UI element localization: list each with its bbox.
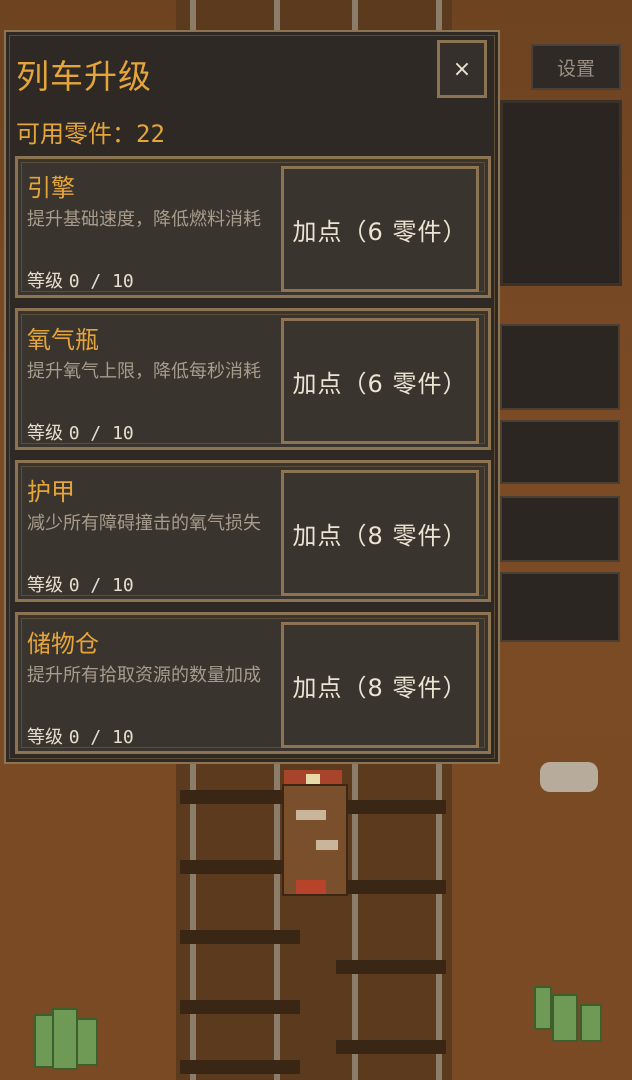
upgrade-level: 等级 0 / 10 — [27, 723, 134, 749]
level-label: 等级 — [27, 271, 63, 292]
parts-label: 可用零件： — [16, 120, 136, 148]
sleeper — [180, 1000, 300, 1014]
available-parts: 可用零件：22 — [16, 114, 165, 149]
upgrade-card-storage: 储物仓 提升所有拾取资源的数量加成 等级 0 / 10 加点（8 零件） — [15, 612, 491, 754]
upgrade-storage-button[interactable]: 加点（8 零件） — [281, 622, 479, 748]
settings-label: 设置 — [556, 57, 595, 80]
train-upgrade-modal: 列车升级 × 可用零件：22 引擎 提升基础速度，降低燃料消耗 等级 0 / 1… — [4, 30, 500, 764]
close-icon: × — [452, 56, 472, 82]
hud-panel — [500, 572, 620, 642]
sleeper — [336, 960, 446, 974]
level-label: 等级 — [27, 423, 63, 444]
upgrade-oxygen-button[interactable]: 加点（6 零件） — [281, 318, 479, 444]
upgrade-description: 提升氧气上限，降低每秒消耗 — [27, 361, 261, 382]
sleeper — [336, 1040, 446, 1054]
sleeper — [180, 1060, 300, 1074]
cactus-icon — [552, 994, 578, 1042]
cactus-icon — [580, 1004, 602, 1042]
upgrade-name: 引擎 — [27, 174, 75, 202]
upgrade-card-oxygen: 氧气瓶 提升氧气上限，降低每秒消耗 等级 0 / 10 加点（6 零件） — [15, 308, 491, 450]
settings-button[interactable]: 设置 — [531, 44, 621, 90]
train-plate — [296, 880, 326, 894]
modal-title: 列车升级 — [16, 57, 152, 96]
upgrade-name: 氧气瓶 — [27, 326, 99, 354]
level-value: 0 / 10 — [68, 727, 134, 748]
upgrade-level: 等级 0 / 10 — [27, 571, 134, 597]
upgrade-description: 提升所有拾取资源的数量加成 — [27, 665, 261, 686]
upgrade-armor-button[interactable]: 加点（8 零件） — [281, 470, 479, 596]
train-deck — [316, 840, 338, 850]
upgrade-card-engine: 引擎 提升基础速度，降低燃料消耗 等级 0 / 10 加点（6 零件） — [15, 156, 491, 298]
upgrade-card-armor: 护甲 减少所有障碍撞击的氧气损失 等级 0 / 10 加点（8 零件） — [15, 460, 491, 602]
train-deck — [296, 810, 326, 820]
sleeper — [180, 930, 300, 944]
upgrade-level: 等级 0 / 10 — [27, 419, 134, 445]
level-label: 等级 — [27, 575, 63, 596]
level-value: 0 / 10 — [68, 271, 134, 292]
minimap-panel — [500, 100, 622, 286]
cactus-icon — [76, 1018, 98, 1066]
upgrade-level: 等级 0 / 10 — [27, 267, 134, 293]
upgrade-description: 提升基础速度，降低燃料消耗 — [27, 209, 261, 230]
train-sprite[interactable] — [276, 770, 354, 900]
rock-icon — [540, 762, 598, 792]
hud-panel — [500, 420, 620, 484]
hud-panel — [500, 496, 620, 562]
upgrade-name: 储物仓 — [27, 630, 99, 658]
level-label: 等级 — [27, 727, 63, 748]
cactus-icon — [52, 1008, 78, 1070]
close-button[interactable]: × — [437, 40, 487, 98]
hud-panel — [500, 324, 620, 410]
train-headlight — [306, 774, 320, 784]
upgrade-engine-button[interactable]: 加点（6 零件） — [281, 166, 479, 292]
upgrade-name: 护甲 — [27, 478, 75, 506]
parts-count: 22 — [136, 120, 165, 148]
cactus-icon — [534, 986, 552, 1030]
level-value: 0 / 10 — [68, 423, 134, 444]
upgrade-description: 减少所有障碍撞击的氧气损失 — [27, 513, 261, 534]
level-value: 0 / 10 — [68, 575, 134, 596]
